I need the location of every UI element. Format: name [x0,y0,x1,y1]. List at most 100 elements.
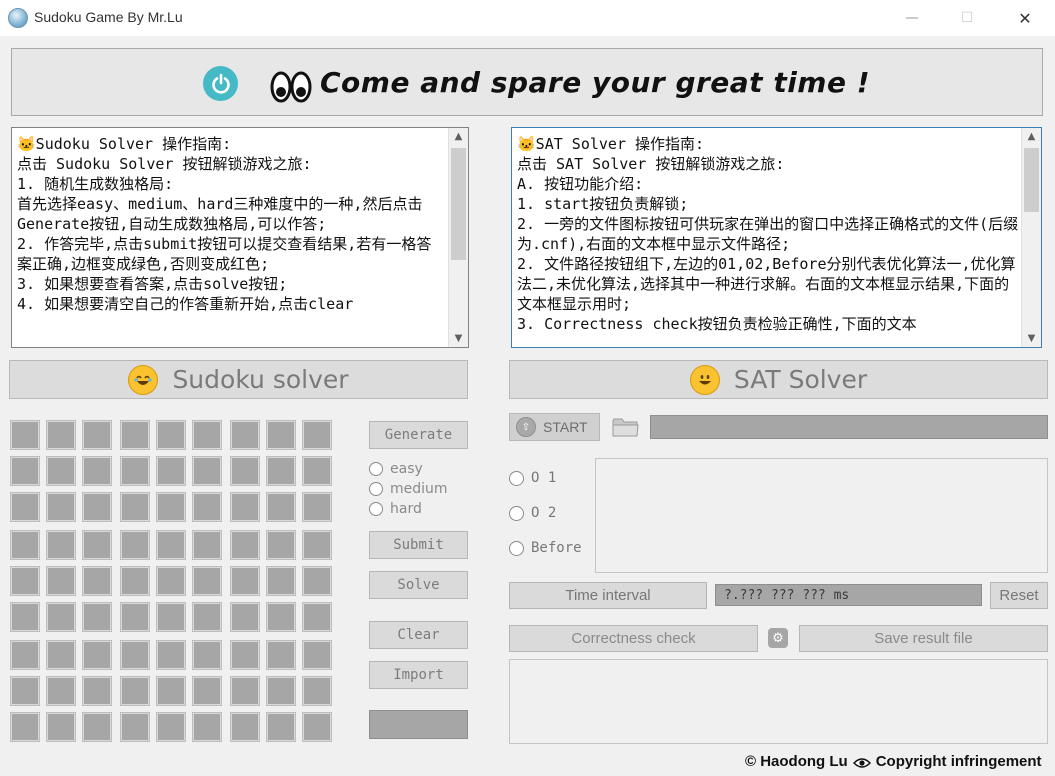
sudoku-cell[interactable] [267,713,295,741]
sudoku-cell[interactable] [83,641,111,669]
sudoku-cell[interactable] [47,677,75,705]
sudoku-cell[interactable] [193,567,221,595]
sudoku-cell[interactable] [11,421,39,449]
generate-button[interactable]: Generate [369,421,468,449]
sudoku-cell[interactable] [11,713,39,741]
sudoku-cell[interactable] [303,567,331,595]
sudoku-cell[interactable] [121,457,149,485]
sudoku-cell[interactable] [11,677,39,705]
sudoku-cell[interactable] [193,493,221,521]
sudoku-guide-textbox[interactable]: 🐱Sudoku Solver 操作指南: 点击 Sudoku Solver 按钮… [11,127,469,348]
difficulty-hard-option[interactable]: hard [369,501,422,517]
sudoku-cell[interactable] [157,421,185,449]
sudoku-cell[interactable] [157,567,185,595]
sudoku-cell[interactable] [47,713,75,741]
sudoku-cell[interactable] [193,421,221,449]
sat-guide-scrollbar[interactable]: ▲ ▼ [1021,128,1041,347]
sudoku-cell[interactable] [11,457,39,485]
medium-radio[interactable] [369,482,383,496]
sudoku-cell[interactable] [267,421,295,449]
sudoku-cell[interactable] [231,713,259,741]
sudoku-guide-scrollbar[interactable]: ▲ ▼ [448,128,468,347]
sudoku-cell[interactable] [267,457,295,485]
sat-result-textbox[interactable] [595,458,1048,573]
reset-button[interactable]: Reset [990,582,1048,609]
import-button[interactable]: Import [369,661,468,689]
sudoku-cell[interactable] [231,493,259,521]
scroll-down-icon[interactable]: ▼ [449,330,468,347]
sudoku-cell[interactable] [121,531,149,559]
sudoku-cell[interactable] [303,421,331,449]
start-button[interactable]: ⇧ START [509,413,600,441]
sudoku-cell[interactable] [303,713,331,741]
close-button[interactable]: ✕ [1000,0,1050,36]
sudoku-cell[interactable] [157,457,185,485]
sudoku-cell[interactable] [303,531,331,559]
maximize-button[interactable]: ☐ [942,0,992,36]
sudoku-cell[interactable] [121,713,149,741]
sudoku-cell[interactable] [47,641,75,669]
o1-radio[interactable] [509,470,524,486]
sudoku-cell[interactable] [157,713,185,741]
sudoku-cell[interactable] [11,641,39,669]
before-radio[interactable] [509,540,524,556]
sudoku-cell[interactable] [231,421,259,449]
sudoku-cell[interactable] [193,457,221,485]
sudoku-cell[interactable] [83,531,111,559]
sudoku-cell[interactable] [83,457,111,485]
sudoku-cell[interactable] [303,641,331,669]
scroll-thumb[interactable] [451,148,466,260]
sudoku-cell[interactable] [83,567,111,595]
minimize-button[interactable]: — [887,0,937,36]
sudoku-cell[interactable] [157,531,185,559]
sudoku-cell[interactable] [267,493,295,521]
clear-button[interactable]: Clear [369,621,468,649]
difficulty-medium-option[interactable]: medium [369,481,448,497]
sudoku-cell[interactable] [121,603,149,631]
sudoku-cell[interactable] [83,493,111,521]
difficulty-easy-option[interactable]: easy [369,461,423,477]
time-interval-button[interactable]: Time interval [509,582,707,609]
correctness-check-button[interactable]: Correctness check [509,625,758,652]
sudoku-cell[interactable] [121,493,149,521]
sudoku-cell[interactable] [267,677,295,705]
sudoku-cell[interactable] [121,677,149,705]
sudoku-cell[interactable] [157,677,185,705]
algorithm-before-option[interactable]: Before [509,540,582,556]
sudoku-cell[interactable] [121,641,149,669]
hard-radio[interactable] [369,502,383,516]
sudoku-cell[interactable] [231,641,259,669]
sudoku-cell[interactable] [157,641,185,669]
folder-icon[interactable] [612,417,639,438]
sudoku-cell[interactable] [11,493,39,521]
power-icon[interactable] [203,66,238,101]
scroll-up-icon[interactable]: ▲ [1022,128,1041,145]
sudoku-cell[interactable] [157,603,185,631]
algorithm-o1-option[interactable]: O 1 [509,470,556,486]
sudoku-cell[interactable] [83,713,111,741]
easy-radio[interactable] [369,462,383,476]
sudoku-cell[interactable] [303,493,331,521]
scroll-thumb[interactable] [1024,148,1039,212]
sudoku-cell[interactable] [47,493,75,521]
sudoku-cell[interactable] [231,677,259,705]
sudoku-cell[interactable] [267,603,295,631]
sudoku-cell[interactable] [83,421,111,449]
file-path-field[interactable] [650,415,1048,439]
sudoku-cell[interactable] [193,713,221,741]
sudoku-cell[interactable] [303,457,331,485]
sudoku-solver-button[interactable]: Sudoku solver [9,360,468,399]
scroll-up-icon[interactable]: ▲ [449,128,468,145]
o2-radio[interactable] [509,505,524,521]
sudoku-cell[interactable] [231,531,259,559]
sudoku-cell[interactable] [231,567,259,595]
sudoku-cell[interactable] [11,531,39,559]
sat-guide-textbox[interactable]: 🐱SAT Solver 操作指南: 点击 SAT Solver 按钮解锁游戏之旅… [511,127,1042,348]
correctness-output-textbox[interactable] [509,659,1048,744]
save-result-file-button[interactable]: Save result file [799,625,1048,652]
sudoku-cell[interactable] [83,603,111,631]
solve-button[interactable]: Solve [369,571,468,599]
submit-button[interactable]: Submit [369,531,468,559]
sudoku-cell[interactable] [121,421,149,449]
sudoku-cell[interactable] [47,603,75,631]
